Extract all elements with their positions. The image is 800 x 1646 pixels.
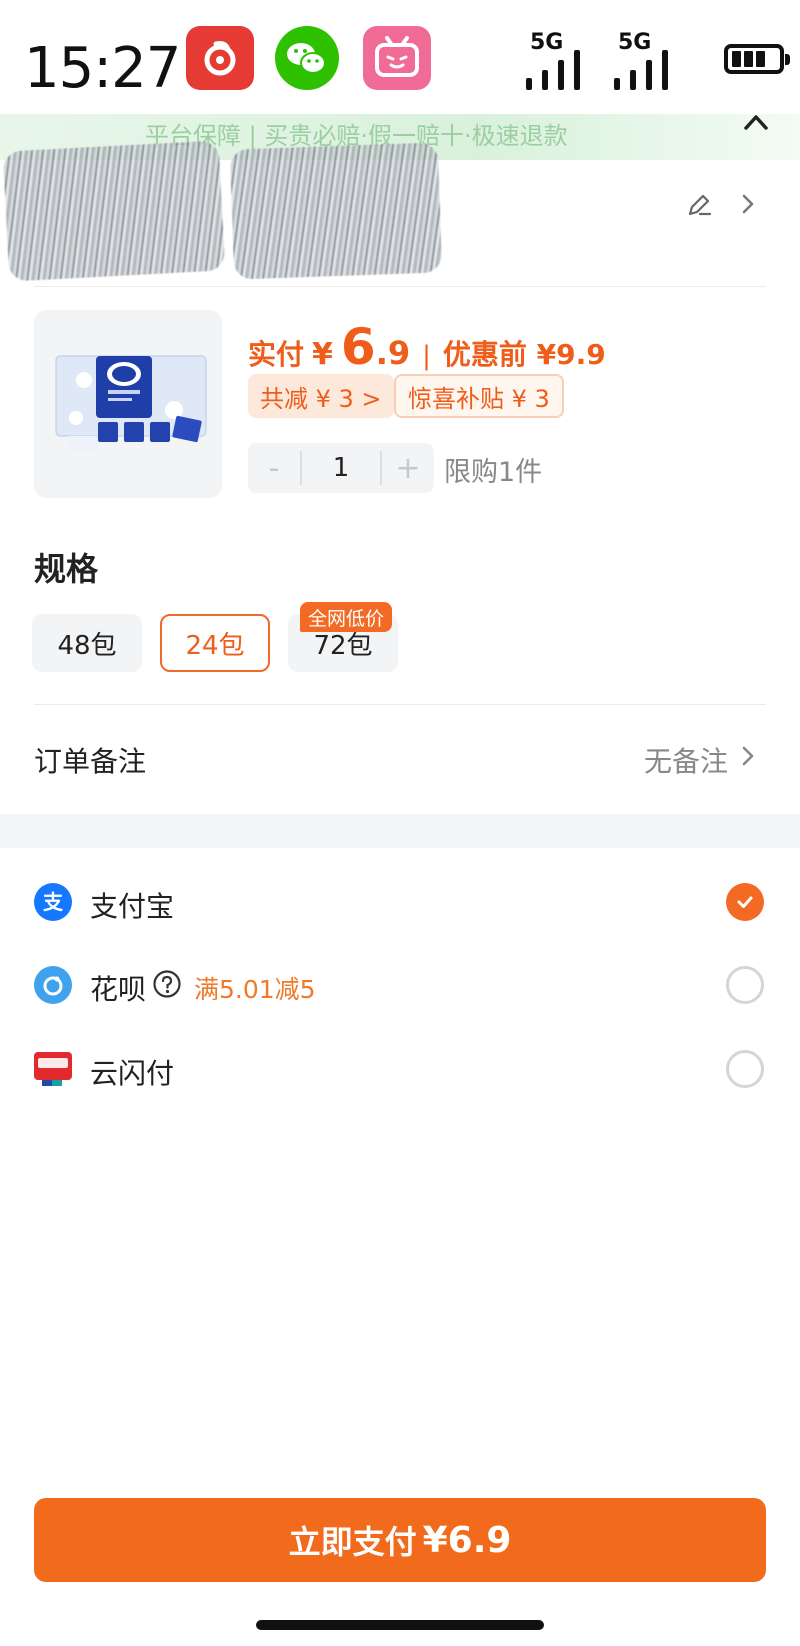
spec-option-24[interactable]: 24包 (160, 614, 270, 672)
increase-button[interactable]: + (382, 443, 434, 493)
pay-button-amount: ¥6.9 (422, 1519, 512, 1561)
address-section[interactable] (0, 140, 800, 286)
subsidy-tag: 惊喜补贴 ¥ 3 (394, 374, 564, 418)
pay-now-button[interactable]: 立即支付 ¥6.9 (34, 1498, 766, 1582)
unionpay-icon (34, 1050, 72, 1088)
section-gap (0, 814, 800, 848)
price-decimal: .9 (375, 334, 411, 372)
pay-button-label: 立即支付 (288, 1523, 417, 1561)
home-indicator[interactable] (256, 1620, 544, 1630)
collapse-icon[interactable] (738, 104, 774, 140)
divider (34, 704, 766, 705)
quantity-value[interactable]: 1 (300, 451, 382, 485)
note-chevron-right-icon[interactable] (738, 742, 758, 770)
price-separator: | (422, 341, 431, 371)
wechat-icon (273, 26, 341, 90)
redacted-address (229, 142, 443, 280)
purchase-limit: 限购1件 (444, 457, 543, 488)
decrease-button[interactable]: - (248, 443, 300, 493)
alipay-icon: 支 (34, 883, 72, 921)
radio-checked-icon[interactable] (726, 883, 764, 921)
battery-icon (724, 44, 790, 74)
radio-unchecked-icon[interactable] (726, 1050, 764, 1088)
price-label: 实付 (248, 338, 305, 371)
discount-tag[interactable]: 共减 ¥ 3 > (248, 374, 394, 418)
divider (34, 286, 766, 287)
lowest-price-badge: 全网低价 (300, 602, 393, 632)
quantity-stepper: - 1 + (248, 443, 434, 493)
payment-name-unionpay: 云闪付 (90, 1057, 175, 1090)
huabei-promo: 满5.01减5 (194, 975, 316, 1004)
price-line: 实付 ¥ 6 .9 | 优惠前 ¥9.9 (248, 322, 606, 373)
payment-name-alipay: 支付宝 (90, 890, 175, 923)
netease-music-icon (186, 26, 254, 90)
spec-title: 规格 (34, 550, 99, 588)
svg-text:支: 支 (43, 890, 64, 914)
order-note-value[interactable]: 无备注 (644, 740, 728, 780)
price-integer: 6 (340, 318, 376, 376)
status-time: 15:27 (24, 36, 181, 101)
help-icon[interactable] (152, 969, 182, 999)
address-chevron-right-icon[interactable] (738, 190, 758, 218)
huabei-icon (34, 966, 72, 1004)
signal-icon-1: 5G (526, 30, 592, 90)
order-note-label: 订单备注 (34, 745, 147, 778)
currency-symbol: ¥ (312, 337, 333, 372)
payment-name-huabei: 花呗 (90, 973, 147, 1006)
product-image[interactable] (34, 310, 222, 498)
bilibili-icon (363, 26, 431, 90)
signal-icon-2: 5G (614, 30, 680, 90)
redacted-name (2, 140, 226, 282)
radio-unchecked-icon[interactable] (726, 966, 764, 1004)
spec-option-48[interactable]: 48包 (32, 614, 142, 672)
original-price: 优惠前 ¥9.9 (442, 338, 606, 371)
edit-icon[interactable] (684, 190, 714, 220)
